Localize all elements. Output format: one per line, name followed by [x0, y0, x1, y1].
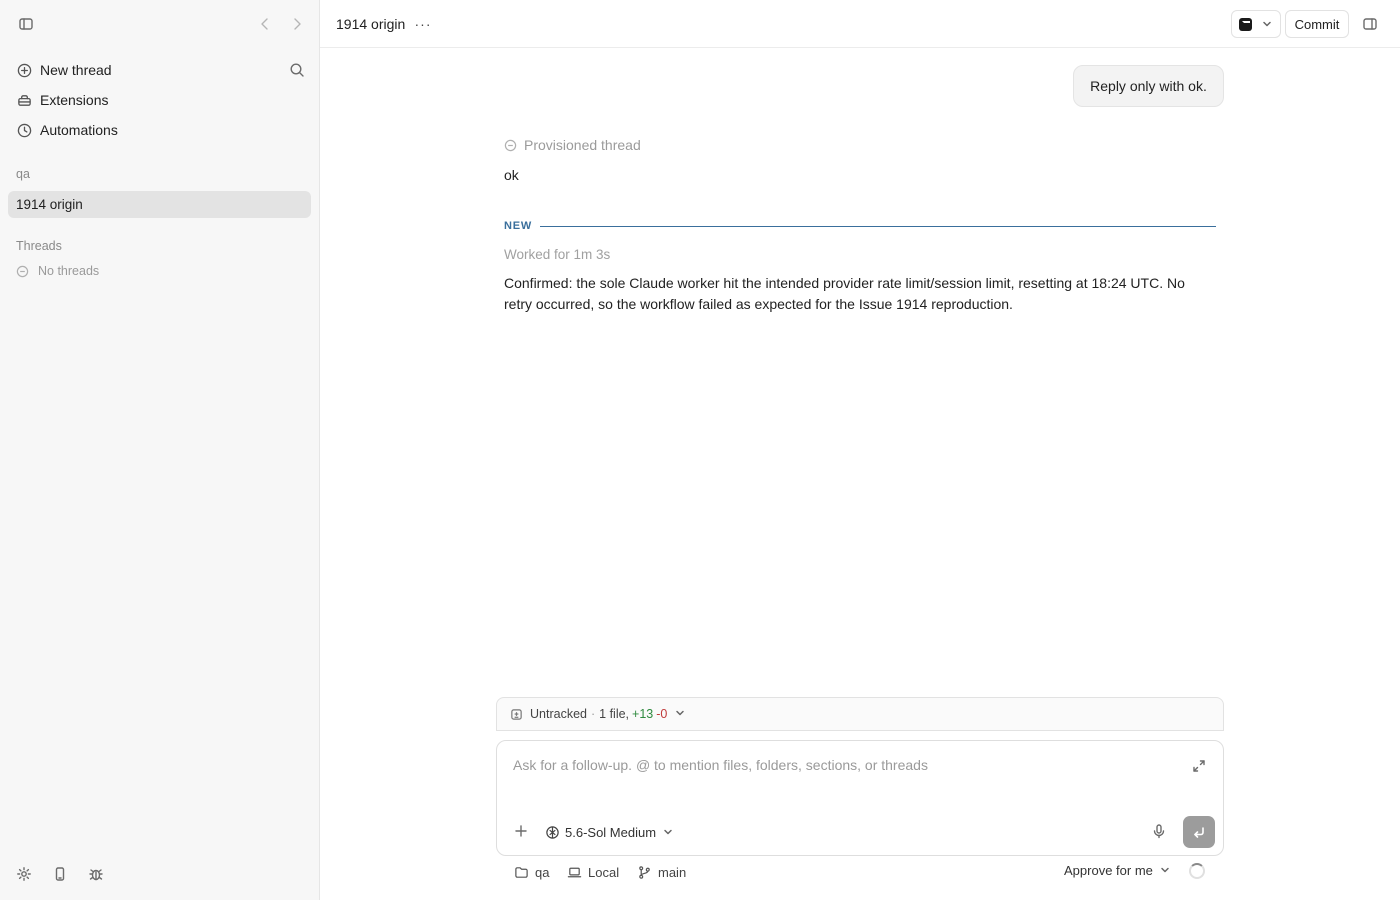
sidebar: New thread Extensions Automations qa 191…: [0, 0, 320, 900]
expand-icon[interactable]: [1187, 754, 1211, 778]
editor-app-icon: [1239, 17, 1252, 31]
provisioned-icon: [504, 139, 517, 151]
new-messages-divider: NEW: [504, 219, 1216, 233]
changes-file-count: 1 file,: [599, 707, 630, 721]
sidebar-toolbar: [12, 12, 307, 36]
forward-arrow-icon[interactable]: [285, 12, 309, 36]
deletions-count: -0: [656, 707, 668, 721]
environment-name: Local: [588, 864, 620, 880]
bug-icon[interactable]: [84, 862, 108, 886]
chevron-down-icon: [663, 825, 673, 840]
model-label: 5.6-Sol Medium: [565, 824, 657, 840]
chevron-down-icon: [675, 707, 685, 721]
laptop-icon: [567, 867, 582, 877]
chevron-down-icon: [1262, 17, 1272, 32]
search-icon[interactable]: [285, 58, 309, 82]
commit-button[interactable]: Commit: [1285, 10, 1349, 38]
assistant-reply: ok: [504, 167, 519, 183]
clock-icon: [16, 122, 32, 138]
approval-mode-dropdown[interactable]: Approve for me: [1064, 863, 1170, 878]
chevron-down-icon: [1160, 863, 1170, 878]
git-branch-icon: [639, 865, 650, 879]
project-label: qa: [16, 167, 30, 181]
empty-circle-icon: [16, 265, 29, 277]
branch-name: main: [658, 864, 687, 880]
thread-header: 1914 origin ··· Commit: [320, 0, 1400, 48]
loading-spinner-icon: [1189, 863, 1205, 879]
settings-gear-icon[interactable]: [12, 862, 36, 886]
project-name: qa: [535, 864, 550, 880]
send-arrow-icon: [1194, 827, 1204, 838]
extensions-icon: [16, 92, 32, 108]
threads-section-label: Threads: [16, 239, 62, 253]
toggle-panel-icon[interactable]: [1358, 12, 1382, 36]
automations-button[interactable]: Automations: [8, 116, 311, 144]
extensions-label: Extensions: [40, 92, 109, 108]
mobile-device-icon[interactable]: [48, 862, 72, 886]
more-options-icon[interactable]: ···: [411, 12, 435, 36]
environment-selector[interactable]: Local: [567, 862, 619, 882]
sidebar-footer: [12, 862, 132, 886]
model-selector[interactable]: 5.6-Sol Medium: [545, 821, 673, 843]
file-diff-icon: [511, 708, 522, 720]
new-thread-button[interactable]: New thread: [8, 56, 311, 84]
no-threads-label: No threads: [38, 264, 100, 278]
follow-up-input[interactable]: [513, 757, 1173, 773]
user-message-bubble: Reply only with ok.: [1073, 65, 1224, 107]
additions-count: +13: [632, 707, 654, 721]
open-in-editor-dropdown[interactable]: [1231, 10, 1281, 38]
new-label: NEW: [504, 220, 533, 232]
toggle-sidebar-icon[interactable]: [14, 12, 38, 36]
folder-icon: [515, 866, 528, 878]
branch-selector[interactable]: main: [637, 862, 686, 882]
send-button[interactable]: [1183, 816, 1215, 848]
worked-for-duration: Worked for 1m 3s: [504, 247, 611, 262]
sidebar-item-label: 1914 origin: [16, 197, 83, 212]
untracked-changes-bar[interactable]: Untracked · 1 file, +13 -0: [496, 697, 1224, 731]
sidebar-item-1914-origin[interactable]: 1914 origin: [8, 191, 311, 218]
back-arrow-icon[interactable]: [253, 12, 277, 36]
provisioned-label: Provisioned thread: [524, 137, 641, 153]
divider-line: [540, 225, 1216, 227]
add-attachment-icon[interactable]: [509, 819, 533, 843]
provisioned-thread-note: Provisioned thread: [504, 137, 641, 153]
composer: 5.6-Sol Medium: [496, 740, 1224, 856]
extensions-button[interactable]: Extensions: [8, 86, 311, 114]
model-logo-icon: [546, 825, 559, 839]
approval-mode-label: Approve for me: [1064, 863, 1153, 878]
automations-label: Automations: [40, 122, 118, 138]
separator-dot: ·: [590, 707, 596, 721]
page-title: 1914 origin: [336, 16, 406, 32]
no-threads-message: No threads: [16, 264, 99, 278]
microphone-icon[interactable]: [1147, 819, 1171, 843]
project-selector[interactable]: qa: [514, 862, 549, 882]
assistant-answer: Confirmed: the sole Claude worker hit th…: [504, 275, 1185, 312]
changes-status: Untracked: [530, 707, 587, 721]
new-thread-label: New thread: [40, 62, 112, 78]
plus-circle-icon: [16, 62, 32, 78]
